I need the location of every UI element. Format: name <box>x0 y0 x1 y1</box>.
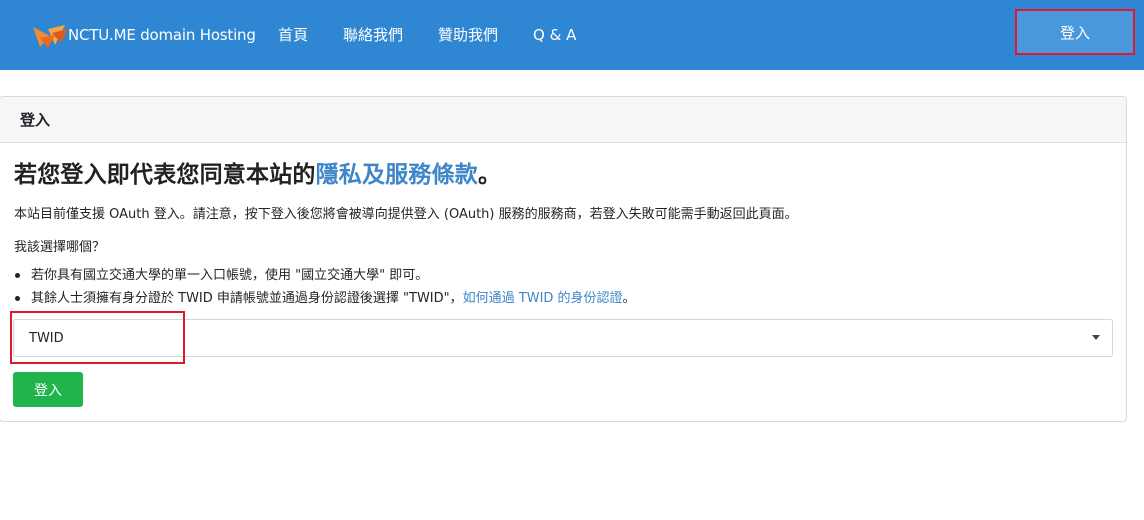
nav-link-home[interactable]: 首頁 <box>278 24 308 46</box>
option-twid-text: 其餘人士須擁有身分證於 TWID 申請帳號並通過身份認證後選擇 "TWID"， <box>31 291 463 306</box>
nav-login-button[interactable]: 登入 <box>1015 9 1135 55</box>
card-title-prefix: 若您登入即代表您同意本站的 <box>14 162 316 188</box>
choice-question: 我該選擇哪個？ <box>14 240 106 255</box>
login-submit-button[interactable]: 登入 <box>13 372 83 407</box>
caret-down-icon <box>1092 335 1100 340</box>
brand-name: NCTU.ME domain Hosting <box>68 26 256 44</box>
nav-links: 首頁 聯絡我們 贊助我們 Q & A <box>278 24 611 46</box>
choice-list: 若你具有國立交通大學的單一入口帳號，使用 "國立交通大學" 即可。 其餘人士須擁… <box>14 266 636 312</box>
list-item: 其餘人士須擁有身分證於 TWID 申請帳號並通過身份認證後選擇 "TWID"，如… <box>14 289 636 312</box>
terms-link[interactable]: 隱私及服務條款 <box>316 162 478 188</box>
nav-link-qa[interactable]: Q & A <box>533 24 576 46</box>
card-title-suffix: 。 <box>478 162 502 188</box>
fox-logo-icon <box>33 25 68 48</box>
twid-verify-link[interactable]: 如何通過 TWID 的身份認證 <box>463 291 623 306</box>
login-card: 登入 若您登入即代表您同意本站的隱私及服務條款。 本站目前僅支援 OAuth 登… <box>0 96 1127 422</box>
option-twid-end: 。 <box>622 291 636 306</box>
oauth-description: 本站目前僅支援 OAuth 登入。請注意，按下登入後您將會被導向提供登入 (OA… <box>14 207 798 222</box>
card-title: 若您登入即代表您同意本站的隱私及服務條款。 <box>14 155 501 189</box>
option-nctu-text: 若你具有國立交通大學的單一入口帳號，使用 "國立交通大學" 即可。 <box>31 268 429 283</box>
navbar: NCTU.ME domain Hosting 首頁 聯絡我們 贊助我們 Q & … <box>0 0 1144 70</box>
select-highlight-box <box>10 311 185 364</box>
nav-link-sponsor[interactable]: 贊助我們 <box>438 24 498 46</box>
card-header: 登入 <box>0 97 1126 143</box>
list-item: 若你具有國立交通大學的單一入口帳號，使用 "國立交通大學" 即可。 <box>14 266 636 289</box>
brand-link[interactable]: NCTU.ME domain Hosting <box>30 20 256 50</box>
nav-link-contact[interactable]: 聯絡我們 <box>343 24 403 46</box>
